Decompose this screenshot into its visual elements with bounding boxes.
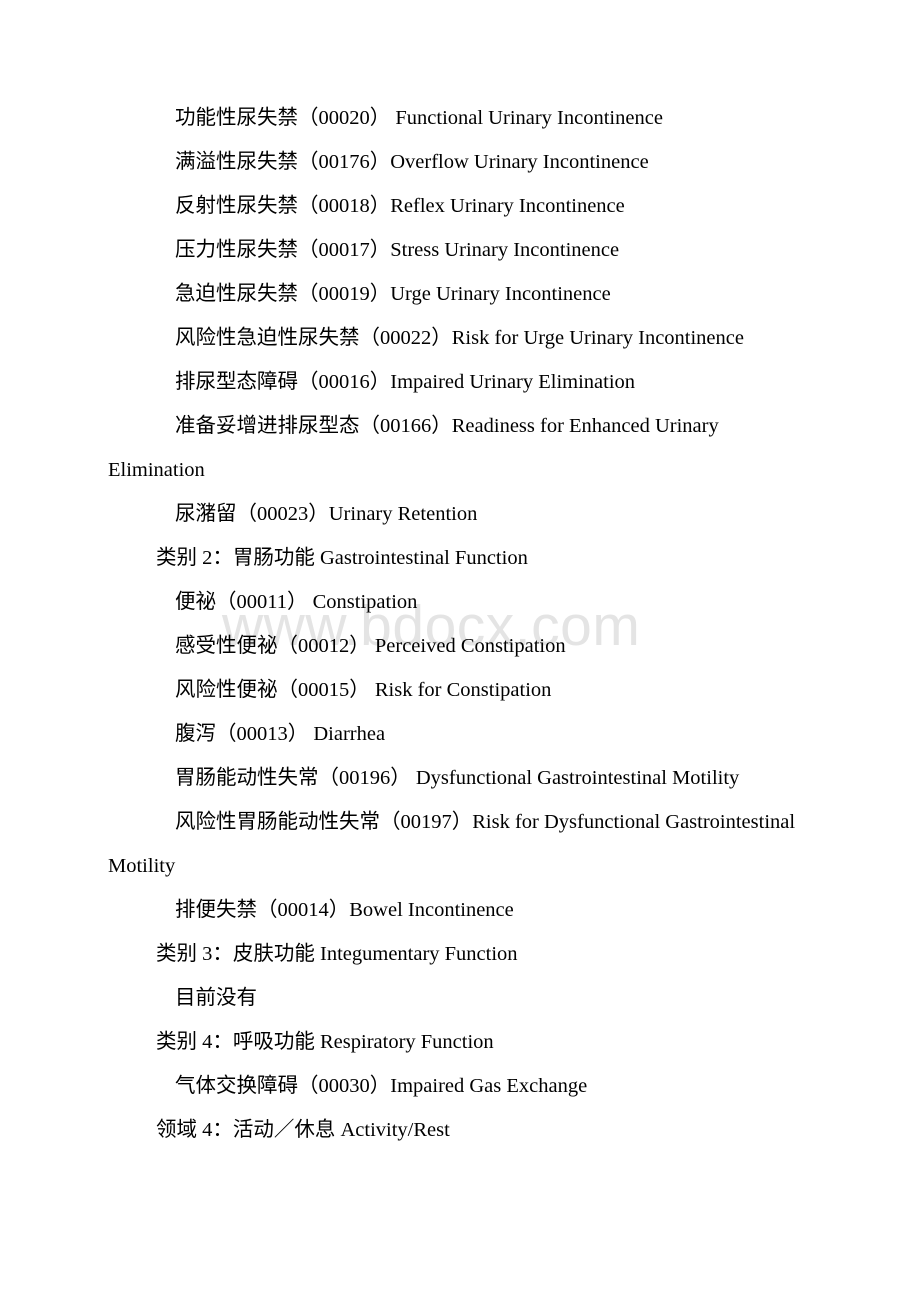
document-text-body: 功能性尿失禁（00020） Functional Urinary Inconti… xyxy=(108,96,808,1152)
diagnosis-entry: 气体交换障碍（00030）Impaired Gas Exchange xyxy=(175,1075,588,1097)
diagnosis-entry: 腹泻（00013） Diarrhea xyxy=(175,723,386,745)
diagnosis-entry: 胃肠能动性失常（00196） Dysfunctional Gastrointes… xyxy=(175,767,740,789)
section-heading: 类别 3：皮肤功能 Integumentary Function xyxy=(156,943,518,965)
diagnosis-entry: 目前没有 xyxy=(175,987,257,1009)
section-heading: 类别 4：呼吸功能 Respiratory Function xyxy=(156,1031,494,1053)
diagnosis-entry: 急迫性尿失禁（00019）Urge Urinary Incontinence xyxy=(175,283,611,305)
diagnosis-entry: 风险性便祕（00015） Risk for Constipation xyxy=(175,679,552,701)
diagnosis-entry: 压力性尿失禁（00017）Stress Urinary Incontinence xyxy=(175,239,620,261)
section-heading: 类别 2：胃肠功能 Gastrointestinal Function xyxy=(156,547,528,569)
diagnosis-entry: 风险性急迫性尿失禁（00022）Risk for Urge Urinary In… xyxy=(175,327,744,349)
diagnosis-entry: 排尿型态障碍（00016）Impaired Urinary Eliminatio… xyxy=(175,371,636,393)
diagnosis-entry: 尿潴留（00023）Urinary Retention xyxy=(175,503,478,525)
diagnosis-entry: 准备妥增进排尿型态（00166）Readiness for Enhanced U… xyxy=(108,415,719,481)
diagnosis-entry: 反射性尿失禁（00018）Reflex Urinary Incontinence xyxy=(175,195,625,217)
diagnosis-entry: 满溢性尿失禁（00176）Overflow Urinary Incontinen… xyxy=(175,151,649,173)
diagnosis-entry: 风险性胃肠能动性失常（00197）Risk for Dysfunctional … xyxy=(108,811,796,877)
section-heading: 领域 4：活动／休息 Activity/Rest xyxy=(156,1119,450,1141)
diagnosis-entry: 功能性尿失禁（00020） Functional Urinary Inconti… xyxy=(175,107,663,129)
diagnosis-entry: 感受性便祕（00012） Perceived Constipation xyxy=(175,635,566,657)
diagnosis-entry: 便祕（00011） Constipation xyxy=(175,591,418,613)
document-page: www.bdocx.com 功能性尿失禁（00020） Functional U… xyxy=(0,0,920,1302)
diagnosis-entry: 排便失禁（00014）Bowel Incontinence xyxy=(175,899,514,921)
